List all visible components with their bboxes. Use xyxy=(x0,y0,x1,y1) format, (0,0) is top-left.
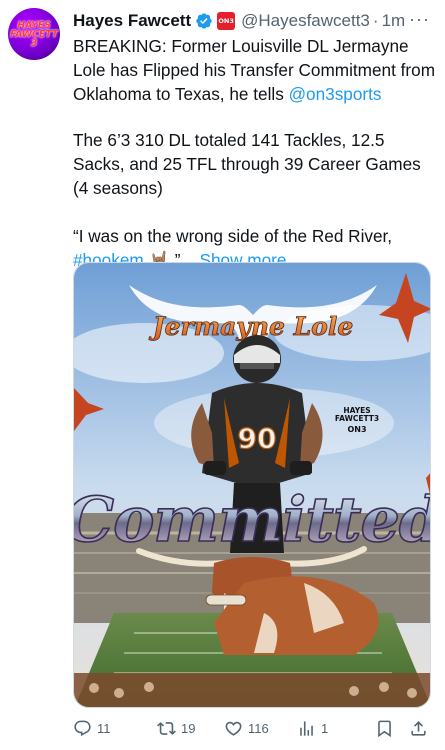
views-count: 1 xyxy=(321,721,329,736)
tweet-media-image[interactable]: Jermayne Lole 90 HAYES FAWCETT3 ON3 Comm… xyxy=(73,262,431,708)
reply-count: 11 xyxy=(97,721,111,736)
paragraph-1: BREAKING: Former Louisville DL Jermayne … xyxy=(73,34,438,106)
separator-dot: · xyxy=(372,11,379,30)
views-chart-icon xyxy=(300,721,313,736)
committed-headline: Committed xyxy=(74,483,431,556)
bookmark-icon xyxy=(378,720,391,738)
tweet-text: BREAKING: Former Louisville DL Jermayne … xyxy=(73,34,438,272)
mention-link[interactable]: @on3sports xyxy=(289,84,382,104)
bookmark-button[interactable] xyxy=(375,719,394,738)
share-button[interactable] xyxy=(409,719,428,738)
more-options-icon[interactable]: ··· xyxy=(409,9,430,30)
tweet-header: Hayes Fawcett ON3 @Hayesfawcett3 · 1m ··… xyxy=(73,9,438,32)
share-icon xyxy=(411,721,426,736)
tweet-actions-bar: 11 19 116 1 xyxy=(73,715,438,743)
avatar[interactable]: HAYES FAWCETT 3 xyxy=(8,8,60,60)
display-name[interactable]: Hayes Fawcett xyxy=(73,11,191,31)
timestamp[interactable]: 1m xyxy=(382,11,406,31)
paragraph-3-text: “I was on the wrong side of the Red Rive… xyxy=(73,226,393,246)
repost-button[interactable]: 19 xyxy=(157,719,195,738)
paragraph-2: The 6’3 310 DL totaled 141 Tackles, 12.5… xyxy=(73,130,421,198)
user-handle[interactable]: @Hayesfawcett3 xyxy=(241,11,370,31)
views-button[interactable]: 1 xyxy=(297,719,328,738)
jersey-number: 90 xyxy=(238,422,277,455)
avatar-logo-text: HAYES FAWCETT 3 xyxy=(10,19,58,49)
heart-icon xyxy=(225,721,242,736)
verified-badge-icon[interactable] xyxy=(195,12,213,30)
watermark-line-3: ON3 xyxy=(347,425,366,434)
repost-count: 19 xyxy=(181,721,196,736)
commitment-graphic: Jermayne Lole 90 HAYES FAWCETT3 ON3 Comm… xyxy=(74,263,431,707)
tweet[interactable]: HAYES FAWCETT 3 Hayes Fawcett ON3 @Hayes… xyxy=(0,0,445,750)
like-count: 116 xyxy=(248,721,269,736)
like-button[interactable]: 116 xyxy=(224,719,269,738)
reply-button[interactable]: 11 xyxy=(73,719,111,738)
repost-icon xyxy=(157,722,176,735)
on3-affiliate-badge[interactable]: ON3 xyxy=(217,12,236,30)
watermark-line-2: FAWCETT3 xyxy=(335,414,379,423)
reply-icon xyxy=(74,720,91,737)
on3-badge-label: ON3 xyxy=(218,17,234,25)
